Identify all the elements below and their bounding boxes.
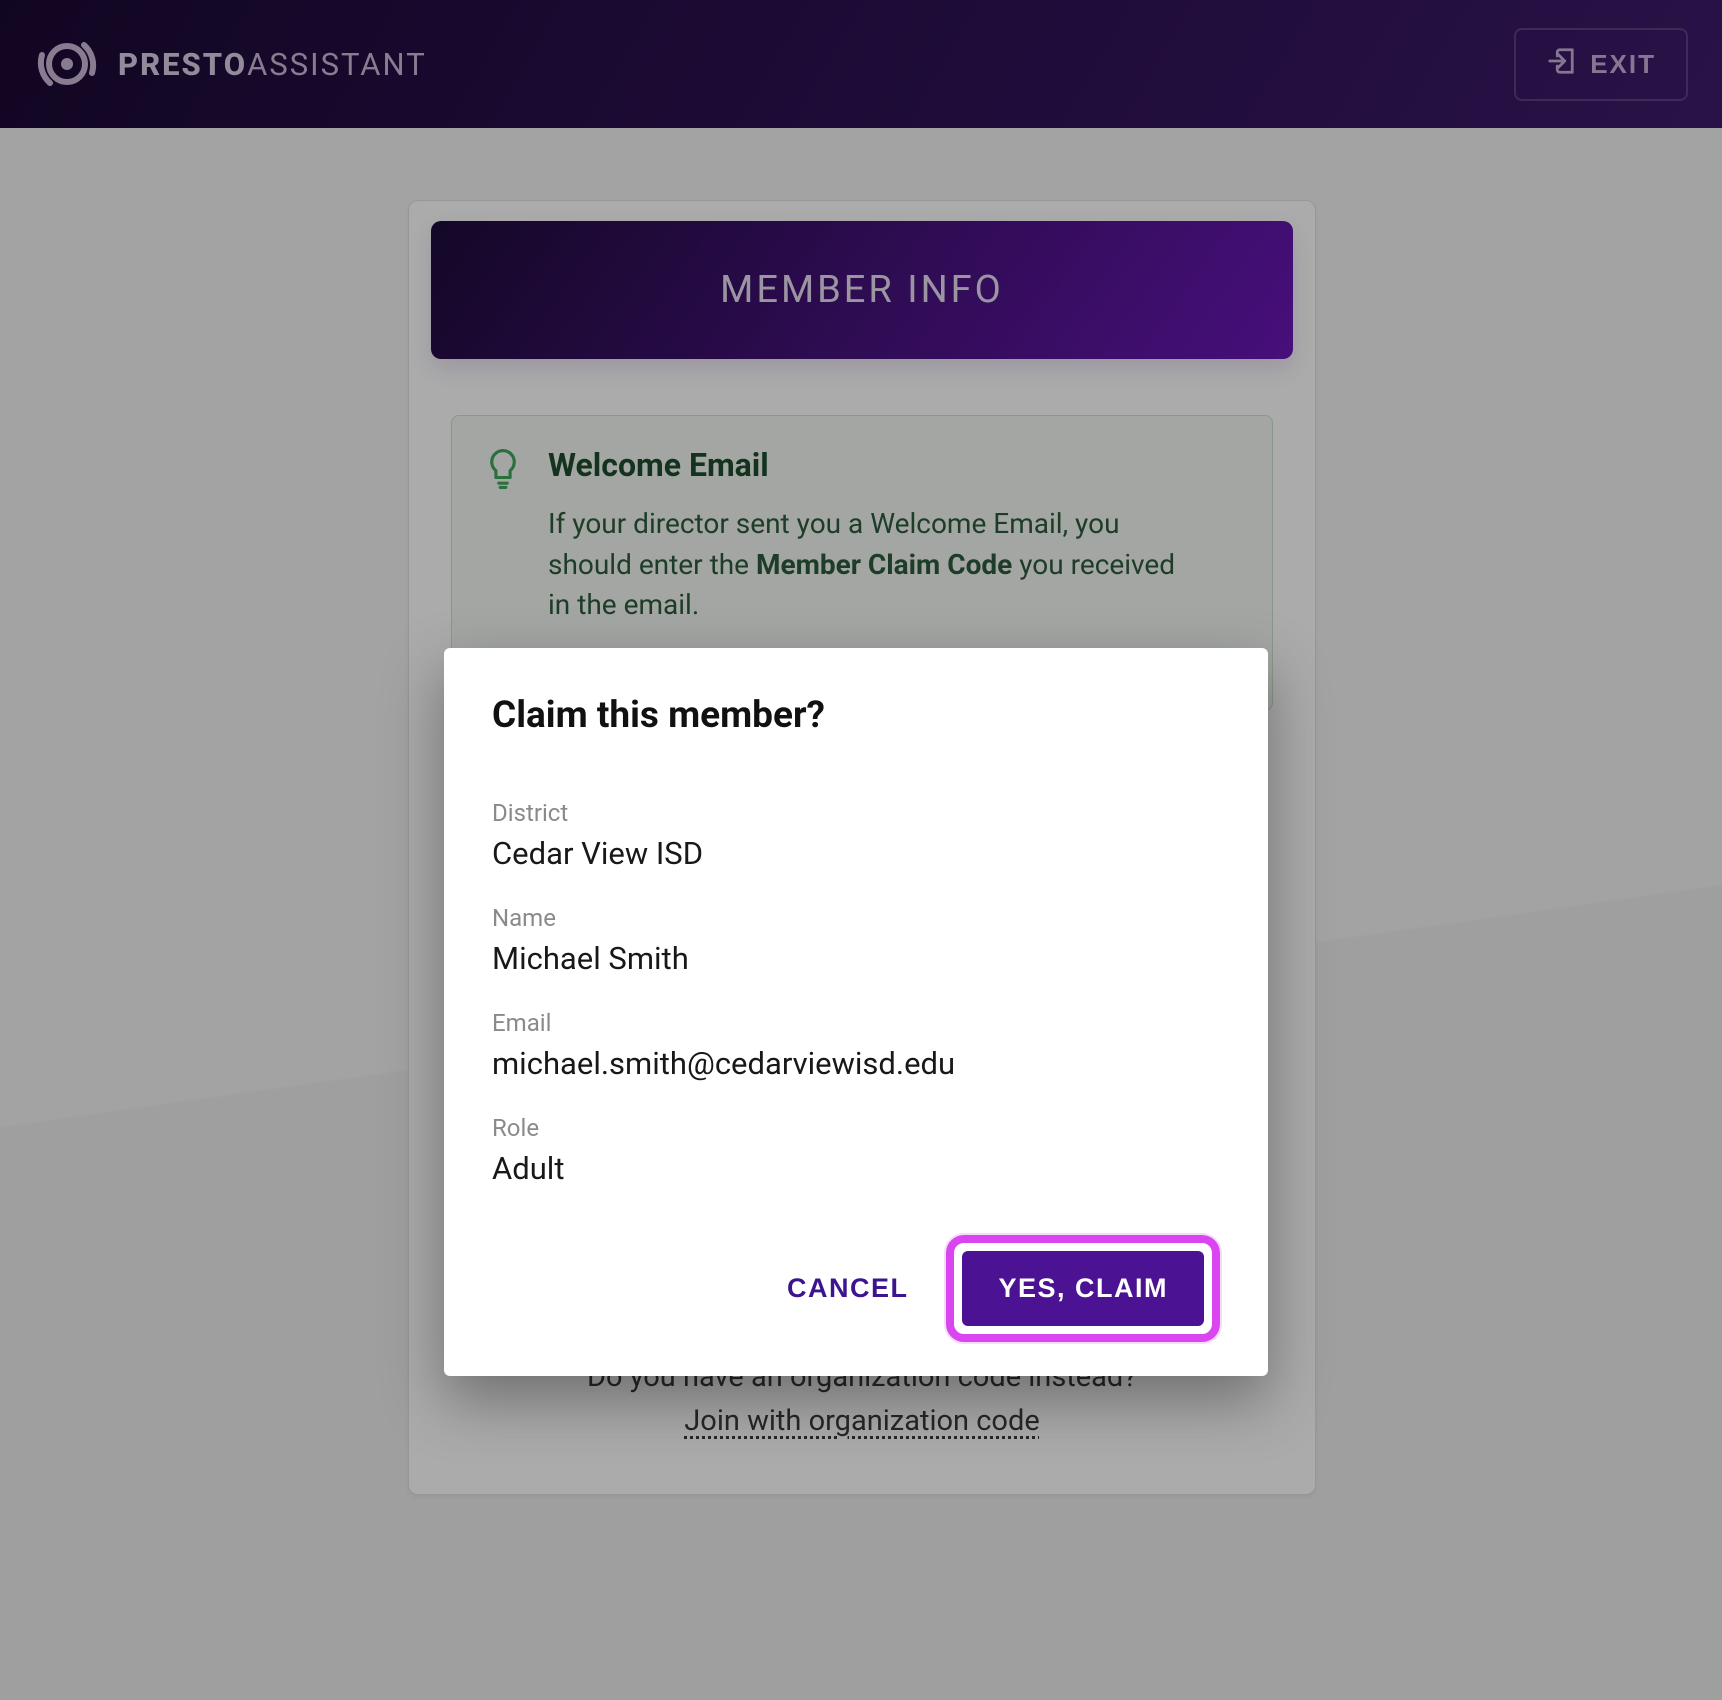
dialog-actions: CANCEL YES, CLAIM bbox=[492, 1235, 1220, 1342]
field-role-value: Adult bbox=[492, 1150, 1220, 1187]
field-email: Email michael.smith@cedarviewisd.edu bbox=[492, 1009, 1220, 1082]
claim-member-dialog: Claim this member? District Cedar View I… bbox=[444, 648, 1268, 1376]
field-name: Name Michael Smith bbox=[492, 904, 1220, 977]
field-role-label: Role bbox=[492, 1114, 1220, 1142]
field-email-value: michael.smith@cedarviewisd.edu bbox=[492, 1045, 1220, 1082]
yes-claim-highlight: YES, CLAIM bbox=[946, 1235, 1220, 1342]
field-district: District Cedar View ISD bbox=[492, 799, 1220, 872]
yes-claim-button[interactable]: YES, CLAIM bbox=[962, 1251, 1204, 1326]
field-name-label: Name bbox=[492, 904, 1220, 932]
dialog-title: Claim this member? bbox=[492, 694, 1220, 737]
field-name-value: Michael Smith bbox=[492, 940, 1220, 977]
field-email-label: Email bbox=[492, 1009, 1220, 1037]
field-district-label: District bbox=[492, 799, 1220, 827]
cancel-button[interactable]: CANCEL bbox=[779, 1263, 917, 1314]
field-district-value: Cedar View ISD bbox=[492, 835, 1220, 872]
field-role: Role Adult bbox=[492, 1114, 1220, 1187]
